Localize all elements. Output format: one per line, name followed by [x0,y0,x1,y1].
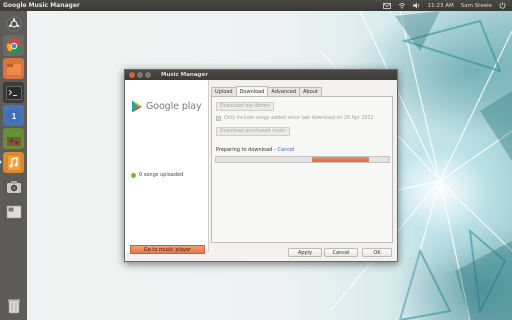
window-title: Music Manager [161,72,208,78]
workspace-switcher-icon[interactable] [3,201,24,222]
download-purchased-button[interactable]: Download purchased music [216,127,291,136]
brand-text: Google play [146,101,202,112]
only-new-label: Only include songs added since last down… [224,116,374,121]
close-icon[interactable] [129,72,135,78]
download-panel: Download my library ✓ Only include songs… [211,96,393,243]
status-dot-icon [131,172,136,178]
left-pane: Google play 0 songs uploaded Go to music… [125,80,209,254]
active-app-title: Google Music Manager [3,2,80,9]
only-new-songs-row: ✓ Only include songs added since last do… [216,116,374,121]
file-manager-icon[interactable] [3,58,24,79]
chromium-icon[interactable] [3,35,24,56]
indicator-area: 11:23 AM Sam Steele [382,0,506,11]
active-app-indicator [0,160,2,164]
mail-icon[interactable] [382,2,391,9]
ok-button[interactable]: OK [362,248,392,257]
svg-text:1: 1 [11,112,16,121]
top-panel: Google Music Manager 11:23 AM Sam Steele [0,0,512,11]
tab-upload[interactable]: Upload [211,87,237,96]
ubuntu-one-icon[interactable]: 1 [3,105,24,126]
preparing-text: Preparing to download - [216,147,278,153]
tab-download[interactable]: Download [235,86,269,96]
cancel-button[interactable]: Cancel [324,248,358,257]
dash-home-icon[interactable] [3,13,24,34]
music-manager-icon[interactable] [3,152,24,173]
only-new-checkbox[interactable]: ✓ [216,116,221,121]
music-manager-window: Music Manager Google play 0 songs upload… [124,69,398,262]
maximize-icon[interactable] [145,72,151,78]
google-play-logo: Google play [131,100,202,113]
user-name[interactable]: Sam Steele [461,3,492,9]
status-text: 0 songs uploaded [139,172,184,178]
network-icon[interactable] [398,2,406,9]
terminal-icon[interactable] [3,82,24,103]
minecraft-icon[interactable] [3,128,24,149]
apply-button[interactable]: Apply [288,248,322,257]
tab-about[interactable]: About [299,87,322,96]
volume-icon[interactable] [412,2,421,9]
cancel-download-link[interactable]: Cancel [277,147,294,153]
tab-advanced[interactable]: Advanced [267,87,301,96]
clock-text[interactable]: 11:23 AM [428,3,454,9]
upload-status: 0 songs uploaded [131,172,183,178]
progress-indicator [312,157,369,162]
trash-icon[interactable] [3,295,24,316]
tab-bar: Upload Download Advanced About [211,86,322,96]
go-to-music-player-button[interactable]: Go to music player [130,245,205,254]
play-store-icon [132,100,142,113]
download-library-button[interactable]: Download my library [216,102,274,111]
download-progress-bar [215,156,390,163]
camera-icon[interactable] [3,176,24,197]
minimize-icon[interactable] [137,72,143,78]
preparing-status: Preparing to download - Cancel [216,147,294,153]
power-icon[interactable] [499,2,506,9]
launcher: 1 [0,11,27,320]
window-titlebar[interactable]: Music Manager [125,70,397,80]
